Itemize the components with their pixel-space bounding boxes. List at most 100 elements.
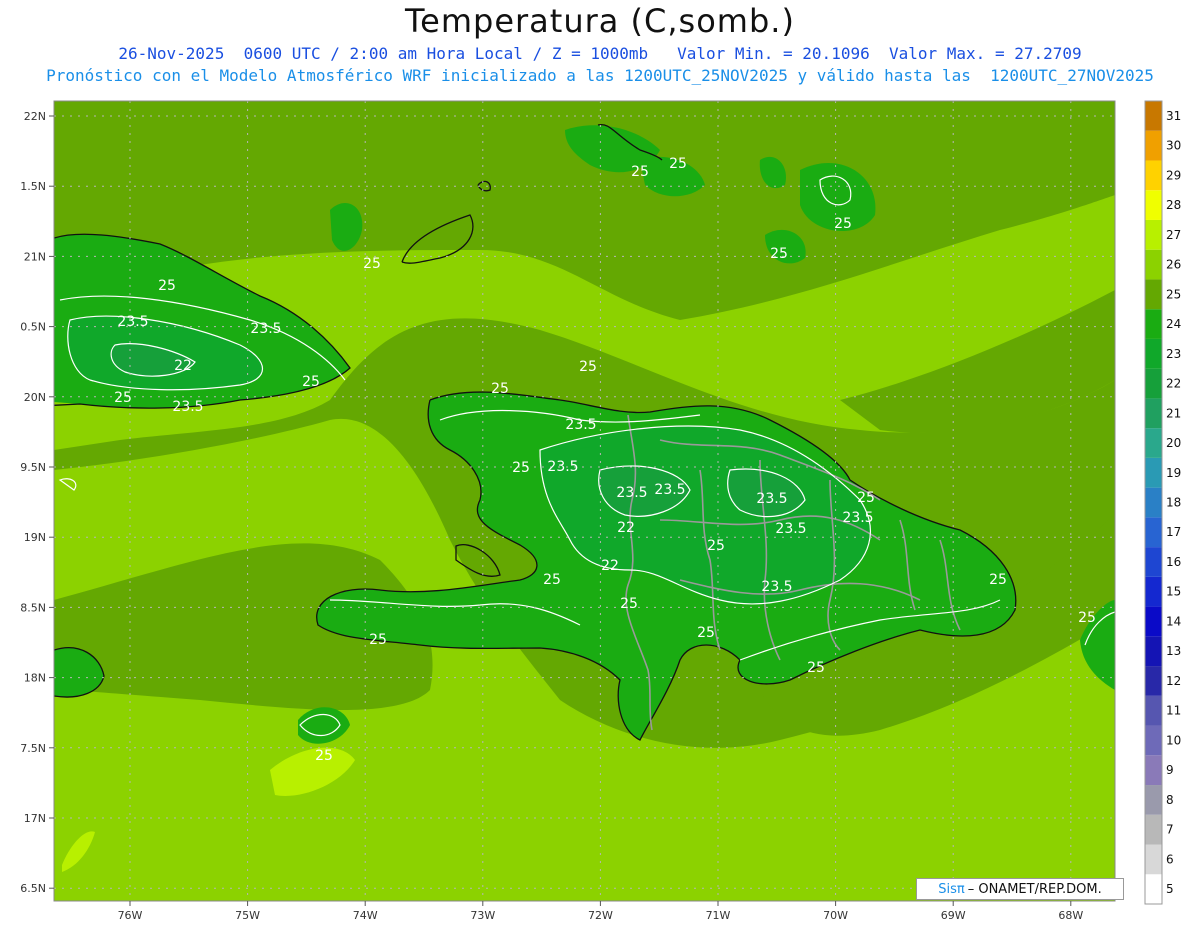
- colorbar-label: 31: [1166, 109, 1181, 123]
- contour-label: 23.5: [547, 459, 578, 475]
- contour-label: 25: [770, 246, 788, 262]
- colorbar-label: 7: [1166, 823, 1174, 837]
- contour-label: 25: [315, 748, 333, 764]
- contour-label: 23.5: [565, 417, 596, 433]
- colorbar-label: 23: [1166, 347, 1181, 361]
- contour-label: 25: [114, 390, 132, 406]
- colorbar-swatch: [1145, 755, 1162, 786]
- contour-label: 25: [579, 359, 597, 375]
- contour-label: 23.5: [117, 314, 148, 330]
- colorbar-label: 28: [1166, 198, 1181, 212]
- colorbar-swatch: [1145, 368, 1162, 399]
- lat-tick-label: 21N: [24, 250, 46, 263]
- lat-tick-label: 7.5N: [20, 742, 46, 755]
- colorbar-label: 9: [1166, 763, 1174, 777]
- colorbar-swatch: [1145, 160, 1162, 191]
- colorbar-swatch: [1145, 844, 1162, 875]
- lon-tick-label: 75W: [235, 909, 260, 922]
- contour-label: 25: [491, 381, 509, 397]
- contour-label: 23.5: [761, 579, 792, 595]
- colorbar-label: 29: [1166, 168, 1181, 182]
- contour-label: 25: [669, 156, 687, 172]
- lat-tick-label: 6.5N: [20, 882, 46, 895]
- credit-text: – ONAMET/REP.DOM.: [967, 881, 1102, 897]
- colorbar-label: 18: [1166, 496, 1181, 510]
- lat-tick-label: 1.5N: [20, 180, 46, 193]
- contour-label: 23.5: [654, 482, 685, 498]
- colorbar-swatch: [1145, 576, 1162, 607]
- temperature-map: 25 25 25 25 25 23.5 23.5 22 23.5 25 25 25 23.5 25 23.5…: [20, 100, 1181, 922]
- contour-label: 22: [601, 558, 619, 574]
- lat-tick-label: 9.5N: [20, 461, 46, 474]
- latitude-axis: 22N 1.5N 21N 0.5N 20N 9.5N 19N 8.5N 18N 7.5N 17N 6.…: [20, 110, 54, 895]
- contour-label: 25: [543, 572, 561, 588]
- colorbar-swatch: [1145, 219, 1162, 250]
- contour-label: 22: [174, 358, 192, 374]
- contour-label: 23.5: [756, 491, 787, 507]
- colorbar-label: 13: [1166, 644, 1181, 658]
- lat-tick-label: 20N: [24, 391, 46, 404]
- contour-label: 25: [1078, 610, 1096, 626]
- contour-label: 23.5: [616, 485, 647, 501]
- colorbar-label: 22: [1166, 377, 1181, 391]
- colorbar-label: 24: [1166, 317, 1181, 331]
- lon-tick-label: 76W: [118, 909, 143, 922]
- colorbar-swatch: [1145, 725, 1162, 756]
- colorbar-label: 26: [1166, 258, 1181, 272]
- lon-tick-label: 74W: [353, 909, 378, 922]
- colorbar-label: 5: [1166, 882, 1174, 896]
- colorbar-label: 20: [1166, 436, 1181, 450]
- colorbar-label: 16: [1166, 555, 1181, 569]
- colorbar-swatch: [1145, 487, 1162, 518]
- lon-tick-label: 70W: [823, 909, 848, 922]
- colorbar-swatch: [1145, 279, 1162, 310]
- colorbar-swatch: [1145, 547, 1162, 577]
- contour-label: 25: [834, 216, 852, 232]
- contour-label: 25: [989, 572, 1007, 588]
- colorbar-swatch: [1145, 338, 1162, 369]
- colorbar-swatch: [1145, 428, 1162, 458]
- contour-label: 25: [512, 460, 530, 476]
- sispi-logo: Sisπ: [938, 881, 965, 897]
- colorbar-label: 14: [1166, 614, 1181, 628]
- contour-label: 25: [857, 490, 875, 506]
- lon-tick-label: 68W: [1058, 909, 1083, 922]
- lat-tick-label: 17N: [24, 812, 46, 825]
- contour-label: 22: [617, 520, 635, 536]
- lat-tick-label: 19N: [24, 531, 46, 544]
- lon-tick-label: 72W: [588, 909, 613, 922]
- colorbar-label: 30: [1166, 139, 1181, 153]
- colorbar-swatch: [1145, 517, 1162, 548]
- map-field: [54, 101, 1115, 901]
- contour-label: 25: [697, 625, 715, 641]
- colorbar-label: 25: [1166, 287, 1181, 301]
- colorbar-label: 11: [1166, 704, 1181, 718]
- colorbar-label: 12: [1166, 674, 1181, 688]
- colorbar-label: 8: [1166, 793, 1174, 807]
- colorbar-swatch: [1145, 398, 1162, 429]
- colorbar-swatch: [1145, 190, 1162, 220]
- colorbar-label: 19: [1166, 466, 1181, 480]
- contour-label: 25: [369, 632, 387, 648]
- contour-label: 25: [631, 164, 649, 180]
- colorbar-swatch: [1145, 874, 1162, 904]
- contour-label: 25: [807, 660, 825, 676]
- colorbar-label: 27: [1166, 228, 1181, 242]
- lon-tick-label: 71W: [706, 909, 731, 922]
- colorbar-swatch: [1145, 606, 1162, 637]
- colorbar-label: 21: [1166, 406, 1181, 420]
- lon-tick-label: 69W: [941, 909, 966, 922]
- colorbar-legend: 5 6 7 8 9 10 11 12 13 14 15 16 17 18 19 20 21 22 23 24 25 26 2…: [1144, 100, 1181, 905]
- contour-label: 23.5: [775, 521, 806, 537]
- colorbar-swatch: [1145, 457, 1162, 488]
- contour-label: 23.5: [250, 321, 281, 337]
- colorbar-label: 17: [1166, 525, 1181, 539]
- lat-tick-label: 18N: [24, 672, 46, 685]
- contour-label: 23.5: [172, 399, 203, 415]
- contour-label: 25: [707, 538, 725, 554]
- lat-tick-label: 0.5N: [20, 321, 46, 334]
- colorbar-swatch: [1145, 130, 1162, 161]
- contour-label: 25: [158, 278, 176, 294]
- contour-label: 25: [302, 374, 320, 390]
- colorbar-swatch: [1145, 101, 1162, 131]
